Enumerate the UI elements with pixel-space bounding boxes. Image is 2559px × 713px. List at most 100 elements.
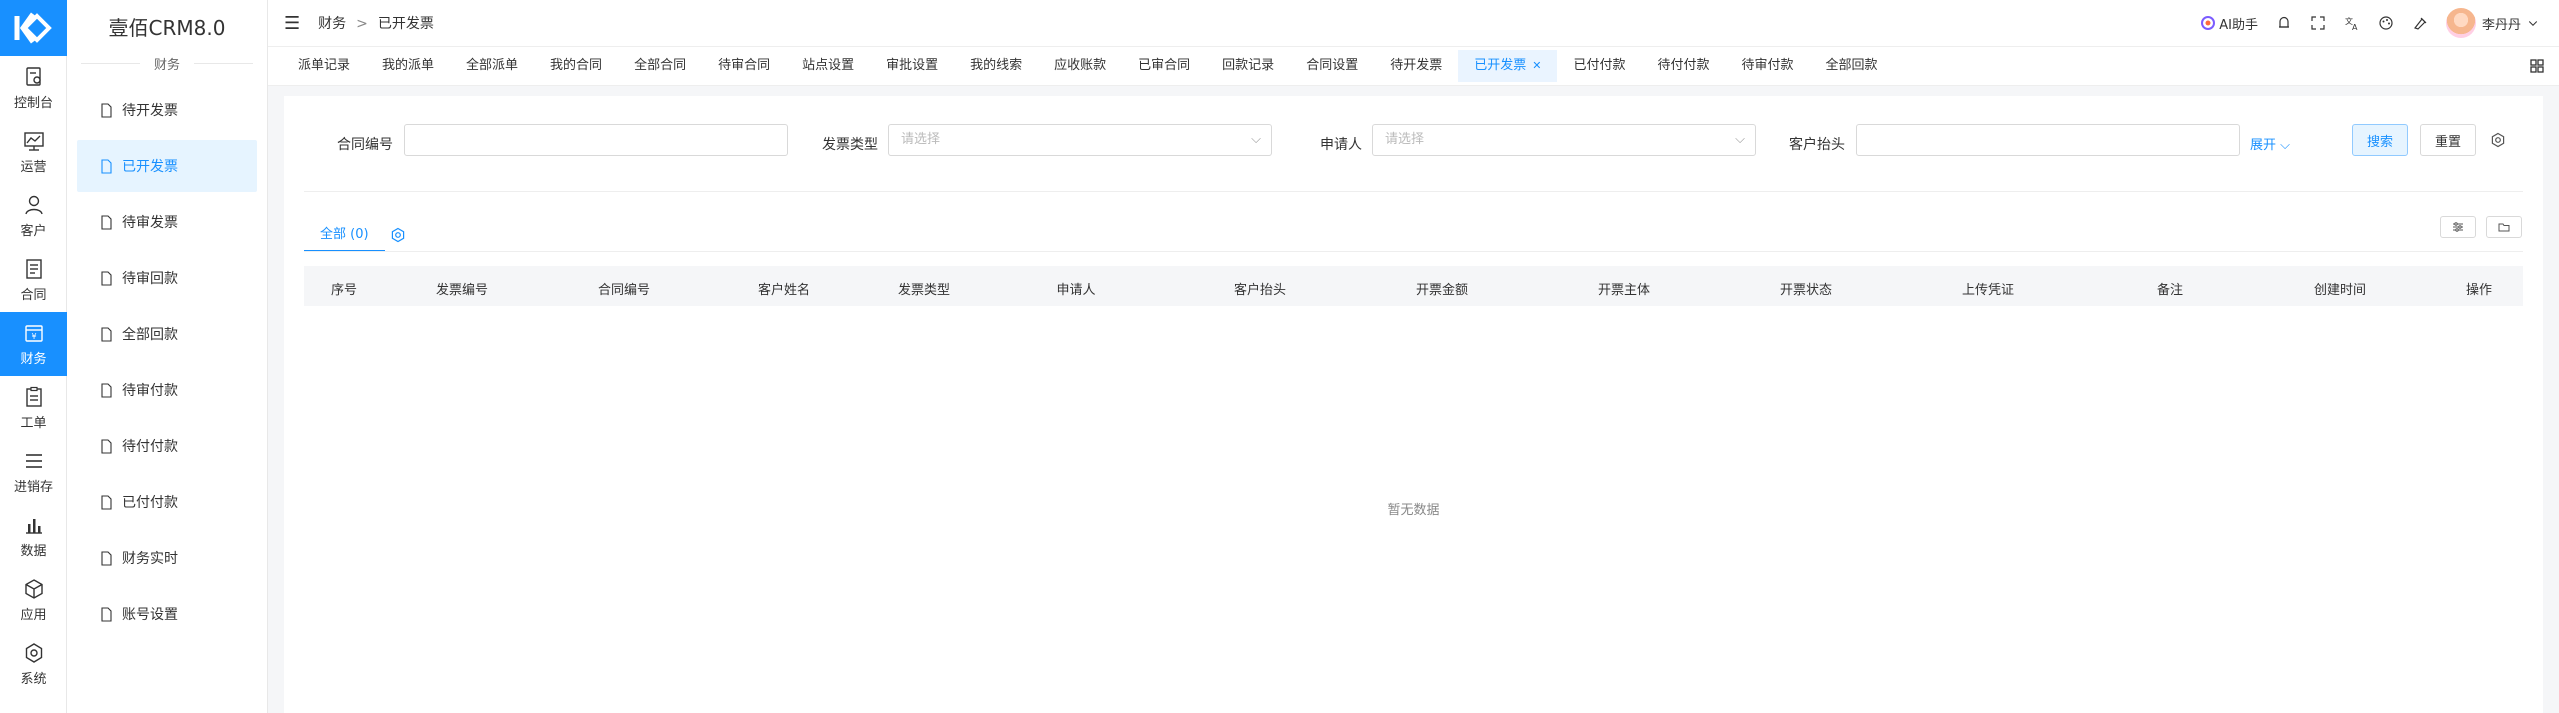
column-header-invoice-status[interactable]: 开票状态 — [1780, 279, 1832, 298]
applicant-select[interactable]: 请选择 ⌵ — [1372, 124, 1756, 156]
tab-my-dispatch[interactable]: 我的派单 — [366, 50, 450, 82]
rail-item-inventory[interactable]: 进销存 — [0, 440, 67, 504]
skin-icon[interactable] — [2412, 15, 2428, 31]
column-header-upload-proof[interactable]: 上传凭证 — [1962, 279, 2014, 298]
tab-paid-payments[interactable]: 已付付款 — [1557, 50, 1641, 82]
file-icon — [101, 214, 112, 230]
tab-pending-invoices[interactable]: 待开发票 — [1374, 50, 1458, 82]
tab-issued-invoices-label: 已开发票 — [1474, 58, 1527, 73]
rail-item-app[interactable]: 应用 — [0, 568, 67, 632]
tab-all-dispatch[interactable]: 全部派单 — [450, 50, 534, 82]
empty-state-text: 暂无数据 — [1387, 503, 1440, 518]
submenu-item-label: 待开发票 — [122, 103, 178, 119]
search-button[interactable]: 搜索 — [2352, 124, 2408, 156]
applicant-placeholder: 请选择 — [1385, 132, 1425, 147]
tab-all-contracts[interactable]: 全部合同 — [618, 50, 702, 82]
submenu-item-issued-invoice[interactable]: 已开发票 — [77, 140, 257, 192]
invoice-type-select[interactable]: 请选择 ⌵ — [888, 124, 1272, 156]
column-header-invoice-entity[interactable]: 开票主体 — [1598, 279, 1650, 298]
rail-item-finance[interactable]: ¥ 财务 — [0, 312, 67, 376]
folder-button[interactable] — [2486, 216, 2522, 238]
customer-title-input[interactable] — [1856, 124, 2240, 156]
column-header-invoice-amount[interactable]: 开票金额 — [1416, 279, 1468, 298]
submenu-item-label: 财务实时 — [122, 551, 178, 567]
bell-icon[interactable] — [2276, 15, 2292, 31]
column-header-customer-name[interactable]: 客户姓名 — [758, 279, 810, 298]
tab-pending-payments[interactable]: 待付付款 — [1641, 50, 1725, 82]
finance-icon: ¥ — [24, 324, 43, 342]
tab-review-payments[interactable]: 待审付款 — [1725, 50, 1809, 82]
rail-item-customer[interactable]: 客户 — [0, 184, 67, 248]
close-icon[interactable]: ✕ — [1532, 59, 1541, 72]
breadcrumb-item[interactable]: 财务 — [318, 16, 346, 32]
svg-text:¥: ¥ — [31, 332, 36, 341]
grid-icon[interactable] — [2529, 58, 2545, 74]
tab-approved-contracts[interactable]: 已审合同 — [1122, 50, 1206, 82]
expand-link[interactable]: 展开 ⌵ — [2250, 134, 2290, 153]
tab-site-settings[interactable]: 站点设置 — [786, 50, 870, 82]
column-header-invoice-type[interactable]: 发票类型 — [898, 279, 950, 298]
list-tabs-divider — [304, 251, 2523, 252]
submenu-item-all-receipts[interactable]: 全部回款 — [77, 308, 257, 360]
submenu-group-label: 财务 — [154, 57, 181, 73]
submenu-item-review-receipt[interactable]: 待审回款 — [77, 252, 257, 304]
tab-all[interactable]: 全部 (0) — [304, 222, 385, 252]
tab-my-contracts[interactable]: 我的合同 — [534, 50, 618, 82]
tab-pending-contracts[interactable]: 待审合同 — [702, 50, 786, 82]
tab-approval-settings[interactable]: 审批设置 — [870, 50, 954, 82]
rail-item-system[interactable]: 系统 — [0, 632, 67, 696]
tab-all-receipts[interactable]: 全部回款 — [1810, 50, 1894, 82]
rail-item-contract[interactable]: 合同 — [0, 248, 67, 312]
filter-divider — [304, 191, 2523, 192]
system-icon — [25, 642, 42, 663]
rail-item-dashboard[interactable]: 控制台 — [0, 56, 67, 120]
palette-icon[interactable] — [2378, 15, 2394, 31]
column-header-index[interactable]: 序号 — [331, 279, 357, 298]
rail-item-workorder[interactable]: 工单 — [0, 376, 67, 440]
translate-icon[interactable]: 文A — [2344, 15, 2360, 31]
tab-my-leads[interactable]: 我的线索 — [954, 50, 1038, 82]
contract-no-input[interactable] — [404, 124, 788, 156]
tab-issued-invoices[interactable]: 已开发票 ✕ — [1458, 50, 1558, 82]
chevron-down-icon: ⌵ — [2280, 138, 2291, 153]
logo-icon — [14, 12, 52, 44]
submenu-item-account-settings[interactable]: 账号设置 — [77, 588, 257, 640]
chevron-down-icon: ⌵ — [1251, 132, 1261, 147]
fullscreen-icon[interactable] — [2310, 15, 2326, 31]
submenu-item-review-payment[interactable]: 待审付款 — [77, 364, 257, 416]
user-menu[interactable]: 李丹丹 — [2445, 8, 2539, 38]
submenu-item-paid-payment[interactable]: 已付付款 — [77, 476, 257, 528]
tab-receivables[interactable]: 应收账款 — [1038, 50, 1122, 82]
column-header-actions: 操作 — [2465, 283, 2493, 298]
filter-toggle-button[interactable] — [2440, 216, 2476, 238]
inventory-icon — [25, 453, 42, 468]
submenu-item-label: 待审付款 — [122, 383, 178, 399]
submenu-item-pending-payment[interactable]: 待付付款 — [77, 420, 257, 472]
column-header-invoice-no[interactable]: 发票编号 — [436, 279, 488, 298]
submenu-item-finance-realtime[interactable]: 财务实时 — [77, 532, 257, 584]
rail-item-operations[interactable]: 运营 — [0, 120, 67, 184]
submenu-item-pending-invoice[interactable]: 待开发票 — [77, 84, 257, 136]
tab-receipt-records[interactable]: 回款记录 — [1206, 50, 1290, 82]
ai-assistant-button[interactable]: AI助手 — [2200, 14, 2258, 33]
rail-label-contract: 合同 — [20, 287, 47, 303]
column-header-contract-no[interactable]: 合同编号 — [598, 279, 650, 298]
reset-button[interactable]: 重置 — [2420, 124, 2476, 156]
app-logo[interactable] — [0, 0, 67, 56]
column-header-created-time[interactable]: 创建时间 — [2314, 279, 2366, 298]
column-header-customer-title[interactable]: 客户抬头 — [1234, 279, 1286, 298]
tab-contract-settings[interactable]: 合同设置 — [1290, 50, 1374, 82]
column-settings-icon[interactable] — [390, 227, 406, 243]
app-root: 控制台 运营 客户 合同 ¥ 财务 工单 进销存 数据 应用 系统 壹佰CRM8… — [0, 0, 2559, 713]
submenu-item-label: 账号设置 — [122, 607, 178, 623]
rail-item-data[interactable]: 数据 — [0, 504, 67, 568]
gear-icon[interactable] — [2490, 132, 2506, 148]
submenu-item-review-invoice[interactable]: 待审发票 — [77, 196, 257, 248]
rail-label-dashboard: 控制台 — [13, 95, 53, 111]
column-header-applicant[interactable]: 申请人 — [1056, 279, 1095, 298]
menu-toggle-icon[interactable]: ☰ — [284, 13, 300, 34]
tab-dispatch-records[interactable]: 派单记录 — [282, 50, 366, 82]
chevron-down-icon — [2528, 21, 2538, 26]
column-header-remark[interactable]: 备注 — [2157, 279, 2183, 298]
file-icon — [101, 326, 112, 342]
